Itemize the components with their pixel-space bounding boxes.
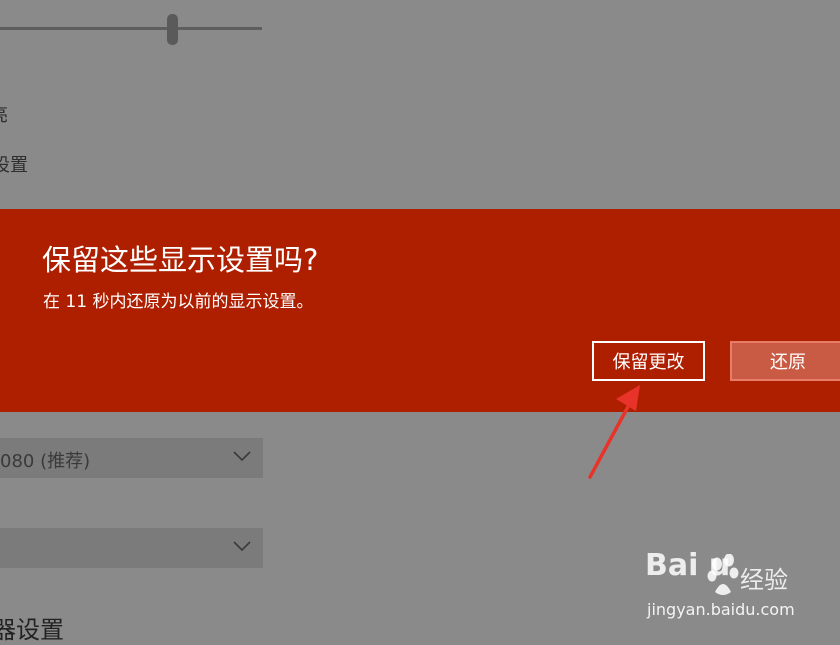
jingyan-brand-text: 经验 (740, 566, 788, 594)
brightness-slider-thumb[interactable] (167, 14, 178, 45)
resolution-value: 080 (推荐) (0, 451, 91, 472)
orientation-dropdown[interactable] (0, 528, 263, 568)
chevron-down-icon (233, 541, 251, 552)
chevron-down-icon (233, 451, 251, 462)
resolution-dropdown[interactable]: 080 (推荐) (0, 438, 263, 478)
keep-changes-button[interactable]: 保留更改 (592, 341, 705, 381)
keep-display-settings-dialog: 保留这些显示设置吗? 在 11 秒内还原为以前的显示设置。 保留更改 还原 (0, 209, 840, 412)
brightness-slider-track[interactable] (0, 27, 262, 30)
section-heading: 器设置 (0, 616, 64, 644)
partial-label-brightness: 亮 (0, 101, 8, 127)
revert-button[interactable]: 还原 (730, 341, 840, 381)
baidu-jingyan-watermark: Bai u 经验 jingyan.baidu.com (645, 548, 815, 623)
dialog-message: 在 11 秒内还原为以前的显示设置。 (43, 292, 314, 312)
watermark-url: jingyan.baidu.com (647, 600, 795, 619)
dialog-title: 保留这些显示设置吗? (42, 243, 319, 277)
partial-label-settings: 设置 (0, 155, 28, 176)
annotation-arrow-icon (588, 385, 640, 479)
